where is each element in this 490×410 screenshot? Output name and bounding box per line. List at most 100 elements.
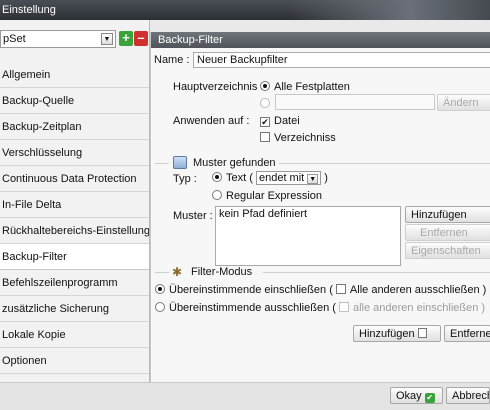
muster-section-title: Muster gefunden (193, 157, 276, 169)
radio-icon (155, 302, 165, 312)
abbrechen-button[interactable]: Abbrech (446, 387, 490, 404)
sidebar-item[interactable]: Befehlszeilenprogramm (0, 270, 149, 296)
section-divider (263, 272, 490, 273)
checkbox-icon (260, 132, 270, 142)
filter-name-input[interactable]: Neuer Backupfilter (193, 52, 490, 68)
radio-selected-icon (260, 81, 270, 91)
sidebar-item[interactable]: Lokale Kopie (0, 322, 149, 348)
anwenden-label: Anwenden auf : (173, 115, 250, 127)
sidebar-item[interactable]: Backup-Zeitplan (0, 114, 149, 140)
add-set-button[interactable]: + (119, 31, 133, 46)
match-type-select[interactable]: endet mit ▼ (255, 171, 322, 185)
checkbox-icon[interactable] (338, 302, 349, 312)
chevron-down-icon[interactable]: ▼ (101, 33, 113, 45)
chevron-down-icon: ▼ (307, 174, 319, 184)
search-icon (173, 156, 187, 169)
sidebar-item-label: Backup-Quelle (2, 95, 75, 107)
hinzufuegen-filter-label: Hinzufügen (359, 328, 415, 340)
text-option-close: ) (324, 172, 328, 184)
regex-radio[interactable]: Regular Expression (212, 190, 322, 202)
alle-festplatten-radio[interactable]: Alle Festplatten (260, 81, 350, 93)
entferne-filter-button[interactable]: Entferne (444, 325, 490, 342)
sidebar-item-label: Backup-Zeitplan (2, 121, 82, 133)
exclude-matching-radio[interactable]: Übereinstimmende ausschließen ( alle and… (155, 302, 485, 314)
sidebar-item[interactable]: zusätzliche Sicherung (0, 296, 149, 322)
name-label: Name : (154, 54, 190, 66)
muster-label: Muster : (173, 210, 213, 222)
muster-list-item: kein Pfad definiert (219, 208, 308, 220)
panel-title: Backup-Filter (151, 32, 490, 48)
sidebar-item-label: Befehlszeilenprogramm (2, 277, 118, 289)
exclude-matching-label: Übereinstimmende ausschließen ( (169, 302, 336, 314)
verzeichniss-checkbox[interactable]: Verzeichniss (260, 132, 336, 144)
verzeichniss-label: Verzeichniss (274, 132, 336, 144)
include-matching-label: Übereinstimmende einschließen ( (169, 284, 333, 296)
sidebar-item[interactable]: Backup-Filter (0, 244, 149, 270)
aendern-button-label: Ändern (443, 97, 479, 109)
filter-icon: ✱ (172, 265, 183, 279)
filter-name-value: Neuer Backupfilter (197, 54, 288, 66)
include-matching-radio[interactable]: Übereinstimmende einschließen ( Alle and… (155, 284, 486, 296)
typ-label: Typ : (173, 173, 197, 185)
sidebar-item[interactable]: Optionen (0, 348, 149, 374)
add-document-icon (417, 328, 427, 338)
custom-path-input[interactable] (275, 94, 435, 110)
sidebar-item-label: Verschlüsselung (2, 147, 83, 159)
okay-button[interactable]: Okay ✔ (390, 387, 443, 404)
plus-icon: + (122, 30, 130, 45)
filter-mode-title: Filter-Modus (191, 266, 253, 278)
aendern-button[interactable]: Ändern (437, 94, 490, 111)
backup-set-select[interactable]: pSet ▼ (0, 30, 116, 48)
checkbox-icon[interactable] (335, 284, 346, 294)
eigenschaften-button[interactable]: Eigenschaften (405, 242, 490, 259)
remove-set-button[interactable]: – (134, 31, 148, 46)
sidebar-item[interactable]: Allgemein (0, 62, 149, 88)
abbrechen-label: Abbrech (452, 390, 490, 402)
settings-menu: Allgemein Backup-Quelle Backup-Zeitplan Ver… (0, 62, 149, 374)
exclude-others-label: Alle anderen ausschließen ) (349, 284, 487, 296)
section-divider (155, 163, 169, 164)
entferne-filter-label: Entferne (450, 328, 490, 340)
radio-selected-icon (155, 284, 165, 294)
text-radio[interactable]: Text ( endet mit ▼ ) (212, 171, 328, 185)
section-divider (279, 163, 490, 164)
radio-icon (212, 190, 222, 200)
custom-path-radio[interactable] (260, 98, 274, 110)
datei-checkbox[interactable]: ✔ Datei (260, 115, 300, 127)
hinzufuegen-pattern-button[interactable]: Hinzufügen (405, 206, 490, 223)
sidebar-item[interactable]: Continuous Data Protection (0, 166, 149, 192)
sidebar-item-label: Continuous Data Protection (2, 173, 137, 185)
text-option-label: Text ( (226, 172, 253, 184)
entfernen-pattern-label: Entfernen (420, 227, 468, 239)
sidebar-item-label: In-File Delta (2, 199, 62, 211)
check-icon: ✔ (424, 393, 435, 403)
okay-label: Okay (396, 390, 422, 402)
radio-icon (260, 98, 270, 108)
sidebar-item[interactable]: In-File Delta (0, 192, 149, 218)
hinzufuegen-filter-button[interactable]: Hinzufügen (353, 325, 441, 342)
sidebar-item-label: Lokale Kopie (2, 329, 66, 341)
match-type-value: endet mit (258, 172, 305, 184)
dialog-footer: Okay ✔ Abbrech (0, 382, 490, 410)
section-divider (155, 272, 169, 273)
backup-set-select-value: pSet (3, 33, 26, 45)
sidebar-item-label: Backup-Filter (2, 251, 67, 263)
checkmark-icon: ✔ (260, 117, 270, 127)
sidebar-item-label: zusätzliche Sicherung (2, 303, 110, 315)
eigenschaften-label: Eigenschaften (411, 245, 481, 257)
hinzufuegen-pattern-label: Hinzufügen (411, 209, 467, 221)
sidebar-item-label: Rückhaltebereichs-Einstellung (2, 225, 149, 237)
regex-option-label: Regular Expression (226, 190, 322, 202)
sidebar-item-label: Optionen (2, 355, 47, 367)
backup-set-selector-row: pSet ▼ + – (0, 30, 148, 48)
titlebar-decoration (290, 0, 490, 20)
sidebar-item[interactable]: Backup-Quelle (0, 88, 149, 114)
alle-festplatten-label: Alle Festplatten (274, 81, 350, 93)
sidebar-item[interactable]: Rückhaltebereichs-Einstellung (0, 218, 149, 244)
entfernen-pattern-button[interactable]: Entfernen (405, 224, 490, 241)
datei-label: Datei (274, 115, 300, 127)
window-title: Einstellung (2, 4, 56, 16)
include-others-label: alle anderen einschließen ) (352, 302, 486, 314)
muster-list[interactable]: kein Pfad definiert (215, 206, 401, 266)
sidebar-item[interactable]: Verschlüsselung (0, 140, 149, 166)
